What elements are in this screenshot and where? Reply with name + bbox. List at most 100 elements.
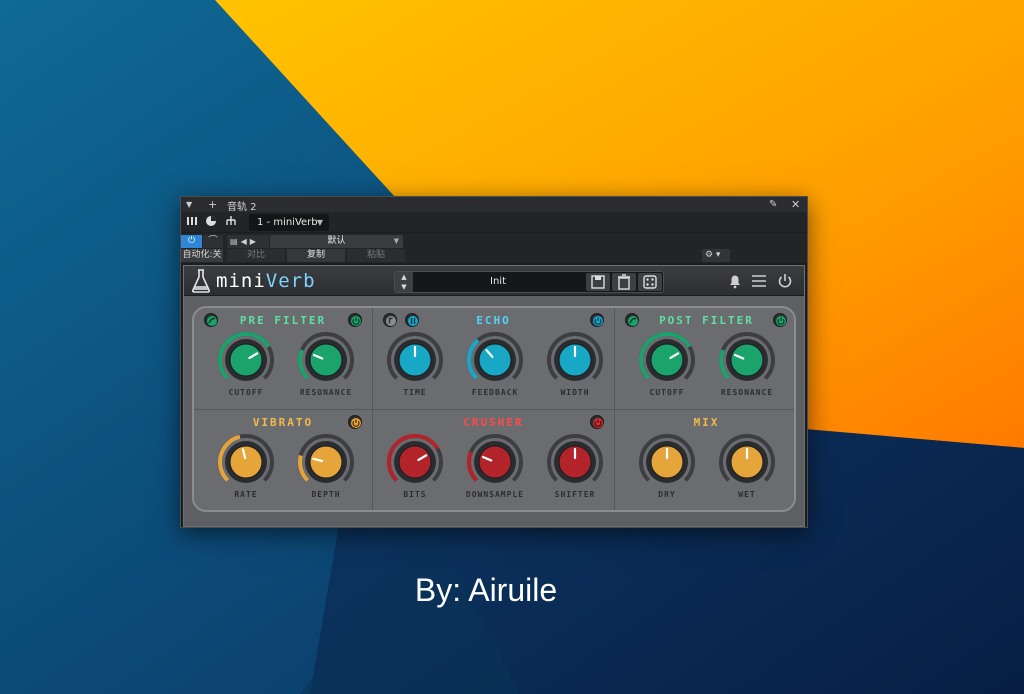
section-echo: ECHO TIME FEEDBACK WIDTH — [373, 308, 614, 410]
compare-button[interactable]: 对比 — [227, 249, 285, 262]
author-byline: By: Airuile — [414, 572, 558, 608]
knob-pre-cutoff[interactable]: CUTOFF — [216, 332, 276, 398]
knob-label: RESONANCE — [720, 388, 774, 397]
window-title: 音轨 2 — [227, 202, 257, 213]
knob-dial[interactable] — [717, 434, 777, 490]
knob-label: WET — [738, 490, 756, 499]
section-crusher: CRUSHER BITS DOWNSAMPLE SHIFTER — [373, 410, 614, 510]
post-filter-title-text: POST FILTER — [659, 314, 754, 327]
close-icon[interactable]: ✕ — [791, 197, 800, 212]
collapse-icon[interactable]: ▼ — [186, 197, 192, 212]
host-preset-select[interactable]: 默认 ▼ — [270, 235, 403, 248]
pin-icon[interactable]: ✎ — [769, 197, 777, 212]
title-bar: ▼ + 音轨 2 ✎ ✕ — [181, 197, 807, 213]
knob-dial[interactable] — [216, 332, 276, 388]
chevron-down-icon: ▼ — [316, 218, 323, 227]
plugin-header: miniVerb ▲ ▼ Init — [184, 266, 804, 296]
automation-off-button[interactable]: 自动化:关 — [181, 249, 223, 262]
device-toolbar: 1 - miniVerb ▼ — [181, 212, 807, 232]
mix-title: MIX — [615, 416, 794, 429]
next-icon[interactable]: ▶ — [250, 237, 259, 246]
knob-cap — [309, 445, 343, 479]
knob-label: RATE — [234, 490, 258, 499]
knob-dial[interactable] — [637, 434, 697, 490]
knob-crusher-bits[interactable]: BITS — [385, 434, 445, 500]
knob-dial[interactable] — [717, 332, 777, 388]
knob-pre-resonance[interactable]: RESONANCE — [296, 332, 356, 398]
knob-dial[interactable] — [545, 332, 605, 388]
prev-icon[interactable]: ◀ — [241, 237, 250, 246]
rack-icon[interactable] — [184, 214, 200, 230]
knob-dial[interactable] — [465, 434, 525, 490]
menu-icon[interactable] — [750, 272, 768, 290]
knob-dial[interactable] — [465, 332, 525, 388]
gear-icon[interactable]: ⚙ ▾ — [702, 249, 730, 262]
preset-up-down-arrows[interactable]: ▲ ▼ — [395, 272, 413, 292]
device-select[interactable]: 1 - miniVerb ▼ — [249, 214, 329, 231]
knob-crusher-downsample[interactable]: DOWNSAMPLE — [465, 434, 525, 500]
knob-dial[interactable] — [637, 332, 697, 388]
dice-icon[interactable] — [638, 273, 662, 291]
trash-icon[interactable] — [612, 273, 636, 291]
knob-cap — [309, 343, 343, 377]
knob-label: CUTOFF — [649, 388, 685, 397]
pie-icon[interactable] — [203, 214, 219, 230]
pre-filter-power-icon[interactable] — [348, 313, 362, 327]
knob-mix-dry[interactable]: DRY — [637, 434, 697, 500]
add-icon[interactable]: + — [208, 197, 217, 212]
control-panel: PRE FILTER CUTOFF RESONANCE ECHO TIME FE… — [192, 306, 796, 512]
crusher-title: CRUSHER — [373, 416, 614, 429]
preset-toolbar: ⏻ ⌒ ▤◀▶ 默认 ▼ — [181, 233, 807, 248]
knob-crusher-shifter[interactable]: SHIFTER — [545, 434, 605, 500]
brand-mini: mini — [216, 270, 266, 292]
echo-power-icon[interactable] — [590, 313, 604, 327]
preset-name[interactable]: Init — [413, 272, 583, 292]
knob-echo-time[interactable]: TIME — [385, 332, 445, 398]
save-icon[interactable] — [586, 273, 610, 291]
routing-icon[interactable] — [223, 214, 239, 230]
knob-dial[interactable] — [296, 332, 356, 388]
bell-icon[interactable] — [726, 272, 744, 290]
knob-mix-wet[interactable]: WET — [717, 434, 777, 500]
knob-cap — [650, 343, 684, 377]
knob-label: DEPTH — [311, 490, 341, 499]
paste-button[interactable]: 粘贴 — [347, 249, 405, 262]
knob-label: BITS — [403, 490, 427, 499]
crusher-title-text: CRUSHER — [463, 416, 524, 429]
knob-cap — [478, 343, 512, 377]
knob-label: DOWNSAMPLE — [465, 490, 525, 499]
power-toggle[interactable]: ⏻ — [181, 235, 202, 248]
plugin-preset-bar: ▲ ▼ Init — [394, 271, 664, 293]
brand-verb: Verb — [265, 270, 316, 292]
crusher-power-icon[interactable] — [590, 415, 604, 429]
knob-dial[interactable] — [216, 434, 276, 490]
knob-post-resonance[interactable]: RESONANCE — [717, 332, 777, 398]
knob-dial[interactable] — [296, 434, 356, 490]
knob-cap — [398, 445, 432, 479]
knob-label: SHIFTER — [554, 490, 596, 499]
knob-dial[interactable] — [545, 434, 605, 490]
vibrato-power-icon[interactable] — [348, 415, 362, 429]
knob-cap — [478, 445, 512, 479]
knob-vibrato-rate[interactable]: RATE — [216, 434, 276, 500]
vibrato-title: VIBRATO — [194, 416, 372, 429]
knob-dial[interactable] — [385, 434, 445, 490]
knob-echo-width[interactable]: WIDTH — [545, 332, 605, 398]
chevron-down-icon: ▼ — [393, 237, 399, 245]
preset-nav[interactable]: ▤◀▶ — [227, 235, 269, 248]
file-icon[interactable]: ▤ — [230, 237, 241, 246]
power-icon[interactable] — [776, 272, 794, 290]
knob-echo-feedback[interactable]: FEEDBACK — [465, 332, 525, 398]
knob-vibrato-depth[interactable]: DEPTH — [296, 434, 356, 500]
copy-button[interactable]: 复制 — [287, 249, 345, 262]
knob-post-cutoff[interactable]: CUTOFF — [637, 332, 697, 398]
host-preset-label: 默认 — [327, 236, 346, 246]
knob-label: WIDTH — [560, 388, 590, 397]
knob-dial[interactable] — [385, 332, 445, 388]
post-filter-power-icon[interactable] — [773, 313, 787, 327]
flask-icon — [191, 269, 211, 293]
monitor-icon[interactable]: ⌒ — [203, 235, 223, 248]
knob-label: DRY — [658, 490, 676, 499]
brand-logo: miniVerb — [216, 270, 316, 292]
section-pre-filter: PRE FILTER CUTOFF RESONANCE — [194, 308, 372, 410]
